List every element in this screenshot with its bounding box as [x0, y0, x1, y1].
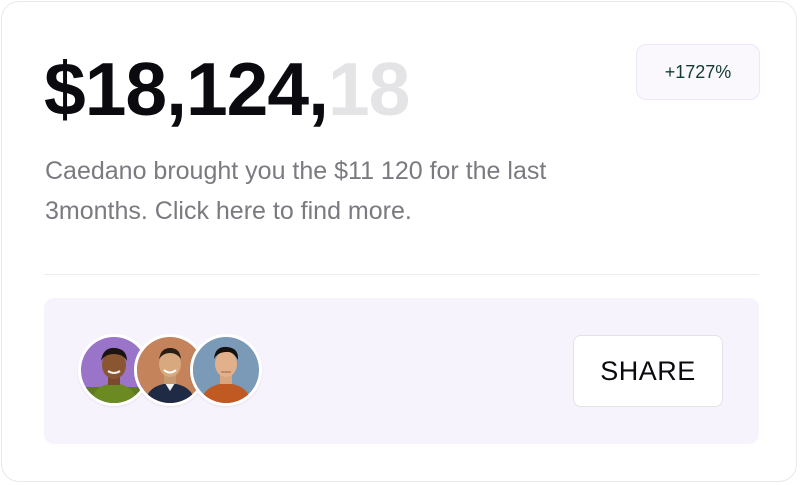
divider — [44, 274, 759, 275]
share-panel: SHARE — [44, 298, 759, 444]
earnings-amount: $18,124,18 — [44, 44, 410, 134]
share-button[interactable]: SHARE — [573, 335, 723, 407]
avatar — [190, 334, 262, 406]
earnings-description[interactable]: Caedano brought you the $11 120 for the … — [45, 151, 645, 231]
growth-badge: +1727% — [636, 44, 760, 100]
amount-faded-digits: 18 — [327, 47, 410, 131]
amount-main: $18,124, — [44, 47, 329, 131]
earnings-card: $18,124,18 +1727% Caedano brought you th… — [1, 1, 797, 482]
